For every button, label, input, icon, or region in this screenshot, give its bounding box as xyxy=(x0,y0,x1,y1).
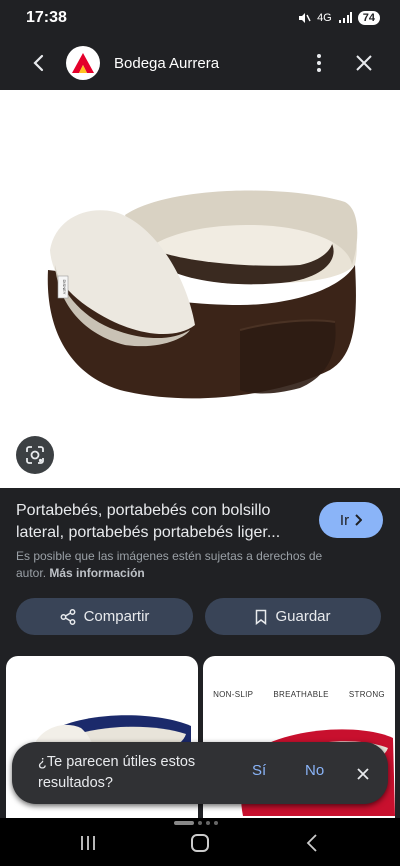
battery-badge: 74 xyxy=(357,11,380,25)
product-title[interactable]: Portabebés, portabebés con bolsillo late… xyxy=(16,500,306,544)
system-nav-bar xyxy=(0,818,400,866)
page-dot xyxy=(206,821,210,825)
bodega-aurrera-logo-icon xyxy=(72,53,94,73)
close-icon xyxy=(356,55,372,71)
share-icon xyxy=(60,608,76,625)
product-brand-tag: DISNEY xyxy=(62,280,67,295)
back-button[interactable] xyxy=(18,43,58,83)
product-image: DISNEY xyxy=(47,190,358,399)
site-name[interactable]: Bodega Aurrera xyxy=(114,55,219,72)
save-label: Guardar xyxy=(275,608,331,625)
home-icon xyxy=(191,834,209,852)
close-button[interactable] xyxy=(344,43,384,83)
network-label: 4G xyxy=(317,12,332,24)
recent-apps-button[interactable] xyxy=(68,828,108,858)
more-info-link[interactable]: Más información xyxy=(49,566,144,580)
signal-icon xyxy=(338,12,352,23)
recent-apps-icon xyxy=(81,836,95,850)
more-vert-icon xyxy=(317,54,321,72)
feedback-close-button[interactable] xyxy=(352,763,374,785)
status-bar: 17:38 4G 74 xyxy=(0,0,400,36)
page-indicator xyxy=(174,821,218,825)
site-logo xyxy=(66,46,100,80)
close-icon xyxy=(357,768,369,780)
mute-icon xyxy=(299,13,311,23)
chevron-right-icon xyxy=(355,514,363,526)
feedback-snackbar: ¿Te parecen útiles estos resultados? Sí … xyxy=(12,742,388,804)
copyright-notice: Es posible que las imágenes estén sujeta… xyxy=(16,548,346,582)
product-image-area[interactable]: DISNEY xyxy=(0,90,400,488)
page-dot-active xyxy=(174,821,194,825)
more-options-button[interactable] xyxy=(304,43,334,83)
page-dot xyxy=(214,821,218,825)
google-lens-button[interactable] xyxy=(16,436,54,474)
home-button[interactable] xyxy=(180,828,220,858)
feedback-question: ¿Te parecen útiles estos resultados? xyxy=(38,754,196,791)
feedback-no-button[interactable]: No xyxy=(305,762,324,779)
share-label: Compartir xyxy=(83,608,150,625)
status-time: 17:38 xyxy=(26,9,67,26)
share-button[interactable]: Compartir xyxy=(16,598,193,635)
app-bar: Bodega Aurrera xyxy=(0,36,400,90)
chevron-left-icon xyxy=(33,54,44,72)
info-panel: Portabebés, portabebés con bolsillo late… xyxy=(0,488,400,648)
page-dot xyxy=(198,821,202,825)
go-button[interactable]: Ir xyxy=(319,502,383,538)
system-back-button[interactable] xyxy=(292,828,332,858)
status-icons: 4G 74 xyxy=(297,11,380,25)
back-arrow-icon xyxy=(306,834,317,852)
lens-icon xyxy=(26,446,44,464)
feedback-yes-button[interactable]: Sí xyxy=(252,762,266,779)
save-button[interactable]: Guardar xyxy=(205,598,381,635)
go-button-label: Ir xyxy=(339,511,350,529)
bookmark-icon xyxy=(256,609,267,625)
